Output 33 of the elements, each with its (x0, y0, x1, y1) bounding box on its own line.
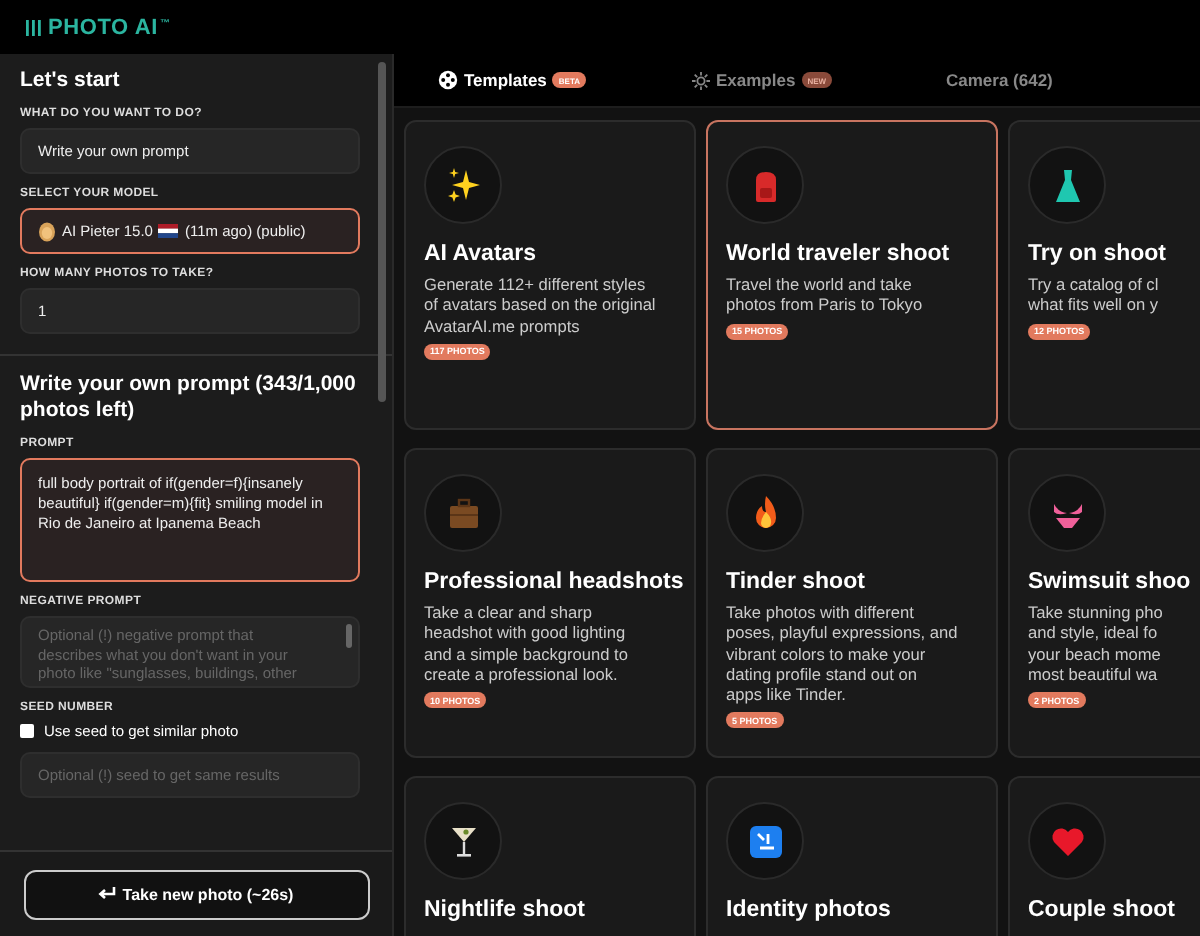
template-card[interactable]: Couple shoot (1008, 776, 1200, 936)
card-title: World traveler shoot (726, 242, 950, 266)
card-title: Try on shoot (1028, 242, 1166, 266)
template-card[interactable]: Nightlife shoot (404, 776, 696, 936)
card-title: AI Avatars (424, 242, 537, 266)
card-title: Couple shoot (1028, 898, 1175, 922)
avatar-icon (38, 221, 56, 241)
film-reel-icon (438, 70, 458, 90)
card-description: Travel the world and take photos from Paris to Tokyo (726, 274, 923, 316)
card-description: Take photos with different poses, playful expressions, and vibrant colors to make your dating profile stand out on apps like Tinder. (726, 602, 958, 705)
logo[interactable]: PHOTO AI$^{™}$ (26, 15, 171, 39)
section-title: Let's start (20, 68, 122, 94)
sparkles-icon (443, 165, 483, 205)
card-description: Take a clear and sharp headshot with good lighting and a simple background to create a professional look. (424, 602, 628, 685)
card-description: Generate 112+ different styles of avatars based on the original AvatarAI.me prompts (424, 274, 656, 336)
return-icon (98, 886, 117, 902)
card-title: Professional headshots (424, 570, 684, 594)
card-description: Take stunning pho and style, ideal fo your beach mome most beautiful wa (1028, 602, 1163, 685)
template-card[interactable]: Identity photos (706, 776, 998, 936)
bars-icon (26, 17, 46, 37)
card-title: Nightlife shoot (424, 898, 585, 922)
section-title: Write your own prompt (343/1,000 photos left) (20, 372, 358, 424)
id-card-icon (745, 821, 785, 861)
flag-icon (158, 224, 179, 238)
sun-icon (692, 71, 710, 89)
scrollbar[interactable] (378, 62, 386, 402)
tab[interactable]: Camera (642) (946, 54, 1200, 106)
card-title: Identity photos (726, 898, 891, 922)
card-description: Try a catalog of cl what fits well on y (1028, 274, 1159, 316)
card-title: Tinder shoot (726, 570, 865, 594)
checkbox[interactable] (20, 724, 34, 738)
card-title: Swimsuit shoo (1028, 570, 1191, 594)
take-photo-button[interactable]: Take new photo (~26s) (23, 869, 369, 919)
